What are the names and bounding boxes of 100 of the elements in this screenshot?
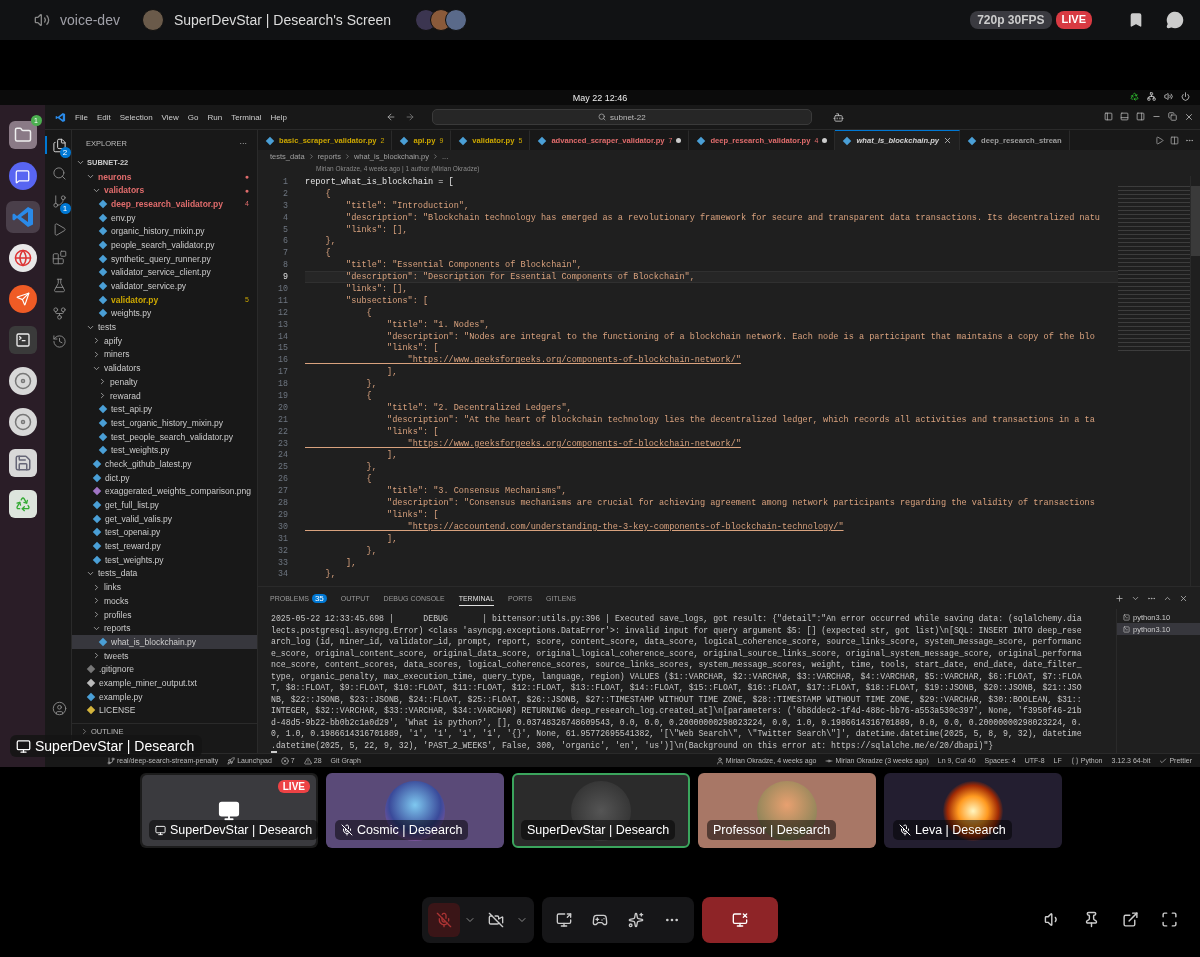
- sidebar-toggle-icon[interactable]: [1104, 112, 1113, 121]
- fork-icon[interactable]: [51, 305, 67, 321]
- file-tree-item[interactable]: get_full_list.py: [72, 498, 257, 512]
- menu-item[interactable]: Go: [187, 112, 199, 122]
- file-name: validator_service.py: [111, 281, 187, 292]
- sidebar-toggle-icon[interactable]: [1136, 112, 1145, 121]
- file-tree-item[interactable]: test_reward.py: [72, 539, 257, 553]
- file-name: deep_research_validator.py: [111, 198, 223, 209]
- play-icon[interactable]: [1155, 135, 1164, 145]
- file-name: what_is_blockchain.py: [111, 636, 197, 647]
- participant-tile[interactable]: Leva | Desearch: [884, 773, 1062, 848]
- quality-badge: 720p 30FPS: [970, 11, 1052, 29]
- back-arrow-icon[interactable]: [385, 112, 396, 122]
- file-tree-item[interactable]: example_miner_output.txt: [72, 676, 257, 690]
- file-tree-item[interactable]: rewarad: [72, 388, 257, 403]
- file-tree-item[interactable]: test_openai.py: [72, 525, 257, 540]
- file-tree-item[interactable]: people_search_validator.py: [72, 238, 257, 252]
- play-icon[interactable]: [51, 221, 67, 237]
- menu-item[interactable]: File: [75, 112, 88, 122]
- stream-tile[interactable]: LIVE SuperDevStar | Desearch: [140, 773, 318, 848]
- file-tree-item[interactable]: tests: [72, 320, 257, 334]
- file-tree-item[interactable]: profiles: [72, 607, 257, 622]
- panel-toggle-icon[interactable]: [1120, 112, 1129, 121]
- file-tree-item[interactable]: links: [72, 580, 257, 594]
- file-tree-item[interactable]: tests_data: [72, 566, 257, 581]
- menu-item[interactable]: View: [161, 112, 179, 122]
- disc-icon: [8, 367, 37, 395]
- code-line: {: [365, 473, 373, 486]
- split-editor-icon[interactable]: [1170, 135, 1179, 145]
- file-tree-item[interactable]: validator_service_client.py: [72, 265, 257, 280]
- forward-arrow-icon[interactable]: [404, 112, 415, 122]
- flask-icon[interactable]: [51, 277, 67, 293]
- close-icon[interactable]: [1179, 593, 1188, 603]
- menu-item[interactable]: Terminal: [231, 112, 262, 122]
- line-number: 21: [278, 413, 288, 426]
- fullscreen-icon[interactable]: [1161, 911, 1178, 928]
- line-number: 31: [278, 532, 288, 545]
- stop-stream-button[interactable]: [702, 897, 778, 943]
- pop-out-icon[interactable]: [1122, 911, 1139, 928]
- clock-icon[interactable]: [51, 333, 67, 349]
- file-tree-item[interactable]: penalty: [72, 375, 257, 389]
- file-tree-item[interactable]: validators: [72, 361, 257, 375]
- scrollbar-thumb[interactable]: [1191, 186, 1200, 256]
- line-number: 28: [278, 497, 288, 509]
- menu-item[interactable]: Run: [207, 112, 223, 122]
- file-tree-item[interactable]: mocks: [72, 594, 257, 608]
- file-name: neurons: [98, 171, 132, 182]
- close-icon[interactable]: [1184, 112, 1194, 122]
- file-tree-item[interactable]: miners: [72, 347, 257, 362]
- file-tree-item[interactable]: get_valid_valis.py: [72, 511, 257, 526]
- files-icon[interactable]: [51, 137, 67, 153]
- sparkles-icon: [628, 912, 644, 928]
- file-tree-item[interactable]: weights.py: [72, 306, 257, 321]
- search-icon[interactable]: [51, 165, 67, 181]
- menu-item[interactable]: Edit: [96, 112, 111, 122]
- code-link[interactable]: "https://accountend.com/understanding-the-3-key-components-of-blockchain-technology/": [305, 520, 1118, 533]
- microphone-button[interactable]: [428, 903, 460, 937]
- code-link[interactable]: "https://www.geeksforgeeks.org/components-of-blockchain-network/": [305, 354, 1118, 367]
- account-icon[interactable]: [51, 700, 67, 716]
- chat-icon[interactable]: [1166, 11, 1184, 29]
- file-tree-item[interactable]: dict.py: [72, 470, 257, 485]
- close-icon[interactable]: [943, 136, 953, 145]
- participant-tile[interactable]: SuperDevStar | Desearch: [512, 773, 690, 848]
- file-tree-item[interactable]: check_github_latest.py: [72, 457, 257, 471]
- file-tree-item[interactable]: example.py: [72, 689, 257, 704]
- file-tree-item[interactable]: exaggerated_weights_comparison.png: [72, 484, 257, 499]
- file-tree-item[interactable]: synthetic_query_runner.py: [72, 251, 257, 266]
- bookmark-icon[interactable]: [1128, 12, 1144, 28]
- file-tree-item[interactable]: .gitignore: [72, 662, 257, 677]
- file-tree-item[interactable]: test_people_search_validator.py: [72, 429, 257, 444]
- add-icon[interactable]: [1115, 593, 1124, 603]
- file-tree-item[interactable]: test_organic_history_mixin.py: [72, 416, 257, 430]
- channel-name[interactable]: voice-dev: [60, 12, 120, 28]
- participant-tile[interactable]: Cosmic | Desearch: [326, 773, 504, 848]
- participant-tile[interactable]: Professor | Desearch: [698, 773, 876, 848]
- code-line: },: [365, 378, 378, 391]
- pin-icon[interactable]: [1083, 911, 1100, 928]
- menu-item[interactable]: Selection: [119, 112, 153, 122]
- file-tree-item[interactable]: env.py: [72, 210, 257, 225]
- terminal-line: INTEGER, $32::VARCHAR, $33::VARCHAR, $34::VARCHAR) RETURNING deep_research_log.created_at]\n[parameters: ('6b8ddec2-1f4d-488c-bb76-a553a530c397', None, 'f3950f46-21b: [271, 705, 1083, 717]
- restore-icon[interactable]: [1168, 112, 1177, 121]
- menu-item[interactable]: Help: [270, 112, 287, 122]
- file-tree-item[interactable]: test_api.py: [72, 402, 257, 417]
- line-number: 8: [283, 259, 288, 272]
- file-tree-item[interactable]: validator_service.py: [72, 279, 257, 293]
- file-tree-item[interactable]: apify: [72, 333, 257, 348]
- robot-icon[interactable]: [832, 111, 844, 123]
- file-name: validators: [104, 363, 141, 374]
- branch-icon[interactable]: [51, 193, 67, 209]
- blocks-icon[interactable]: [51, 249, 67, 265]
- file-tree-item[interactable]: tweets: [72, 648, 257, 663]
- file-tree-item[interactable]: what_is_blockchain.py: [72, 635, 257, 649]
- file-tree-item[interactable]: organic_history_mixin.py: [72, 224, 257, 239]
- code-link[interactable]: "https://www.geeksforgeeks.org/components-of-blockchain-network/": [305, 437, 1118, 450]
- stream-title: SuperDevStar | Desearch's Screen: [173, 12, 392, 28]
- search-field[interactable]: subnet-22: [431, 109, 812, 125]
- file-tree-item[interactable]: test_weights.py: [72, 443, 257, 458]
- file-tree-item[interactable]: LICENSE: [72, 703, 257, 718]
- file-tree-item[interactable]: test_weights.py: [72, 552, 257, 567]
- file-tree-item[interactable]: reports: [72, 621, 257, 636]
